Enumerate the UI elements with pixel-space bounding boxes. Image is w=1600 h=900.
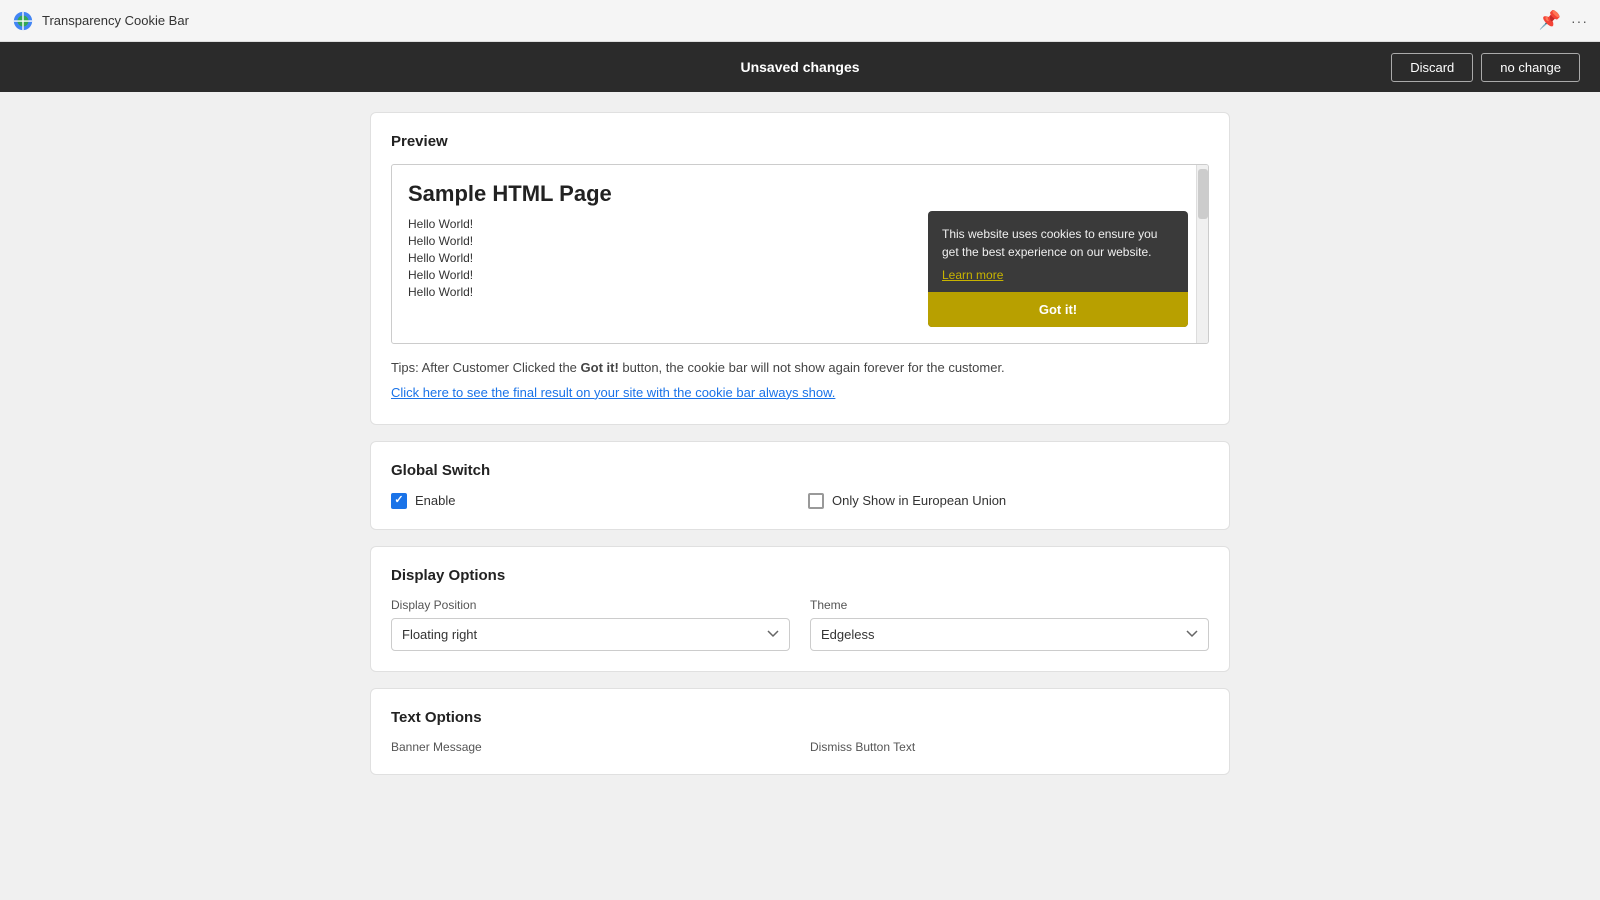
eu-checkbox-group: Only Show in European Union [808, 493, 1209, 509]
global-switch-row: ✓ Enable Only Show in European Union [391, 493, 1209, 509]
position-group: Display Position Floating right Floating… [391, 598, 790, 651]
preview-card: Preview Sample HTML Page Hello World! He… [370, 112, 1230, 425]
title-bar-left: Transparency Cookie Bar [12, 10, 189, 32]
enable-label: Enable [415, 493, 455, 508]
tips-suffix: button, the cookie bar will not show aga… [619, 360, 1005, 375]
main-content: Preview Sample HTML Page Hello World! He… [350, 92, 1250, 811]
dismiss-button-label: Dismiss Button Text [810, 740, 1209, 754]
tips-link[interactable]: Click here to see the final result on yo… [391, 383, 1209, 404]
display-options-title: Display Options [391, 567, 1209, 584]
banner-message-label: Banner Message [391, 740, 790, 754]
position-select[interactable]: Floating right Floating left Top bar Bot… [391, 618, 790, 651]
position-label: Display Position [391, 598, 790, 612]
cookie-popup-text: This website uses cookies to ensure you … [942, 225, 1174, 261]
theme-group: Theme Edgeless Classic Modern [810, 598, 1209, 651]
tips-got-it-label: Got it! [581, 360, 619, 375]
enable-checkbox-group: ✓ Enable [391, 493, 792, 509]
enable-checkbox[interactable]: ✓ [391, 493, 407, 509]
unsaved-bar: Unsaved changes Discard no change [0, 42, 1600, 92]
unsaved-label: Unsaved changes [740, 59, 859, 75]
preview-scrollbar [1196, 165, 1208, 343]
tips-prefix: Tips: After Customer Clicked the [391, 360, 581, 375]
unsaved-actions: Discard no change [1391, 53, 1580, 82]
tips-text: Tips: After Customer Clicked the Got it!… [391, 358, 1209, 404]
dismiss-button-group: Dismiss Button Text [810, 740, 1209, 754]
cookie-popup: This website uses cookies to ensure you … [928, 211, 1188, 327]
preview-title: Preview [391, 133, 1209, 150]
title-bar: Transparency Cookie Bar 📌 ··· [0, 0, 1600, 42]
text-options-title: Text Options [391, 709, 1209, 726]
cookie-learn-more-link[interactable]: Learn more [942, 268, 1003, 282]
preview-frame: Sample HTML Page Hello World! Hello Worl… [391, 164, 1209, 344]
enable-checkmark: ✓ [394, 495, 403, 506]
app-icon [12, 10, 34, 32]
eu-checkbox[interactable] [808, 493, 824, 509]
text-options-card: Text Options Banner Message Dismiss Butt… [370, 688, 1230, 775]
preview-scrollbar-thumb [1198, 169, 1208, 219]
more-icon[interactable]: ··· [1571, 13, 1588, 29]
global-switch-card: Global Switch ✓ Enable Only Show in Euro… [370, 441, 1230, 530]
preview-page-title: Sample HTML Page [408, 181, 1192, 207]
display-options-card: Display Options Display Position Floatin… [370, 546, 1230, 672]
theme-label: Theme [810, 598, 1209, 612]
cookie-got-it-button[interactable]: Got it! [928, 292, 1188, 327]
text-options-row: Banner Message Dismiss Button Text [391, 740, 1209, 754]
discard-button[interactable]: Discard [1391, 53, 1473, 82]
no-change-button[interactable]: no change [1481, 53, 1580, 82]
cookie-popup-body: This website uses cookies to ensure you … [928, 211, 1188, 292]
title-bar-right: 📌 ··· [1539, 10, 1588, 31]
theme-select[interactable]: Edgeless Classic Modern [810, 618, 1209, 651]
pin-icon[interactable]: 📌 [1539, 10, 1561, 31]
global-switch-title: Global Switch [391, 462, 1209, 479]
display-options-row: Display Position Floating right Floating… [391, 598, 1209, 651]
eu-label: Only Show in European Union [832, 493, 1006, 508]
preview-content: Sample HTML Page Hello World! Hello Worl… [392, 165, 1208, 343]
banner-message-group: Banner Message [391, 740, 790, 754]
app-title: Transparency Cookie Bar [42, 13, 189, 28]
